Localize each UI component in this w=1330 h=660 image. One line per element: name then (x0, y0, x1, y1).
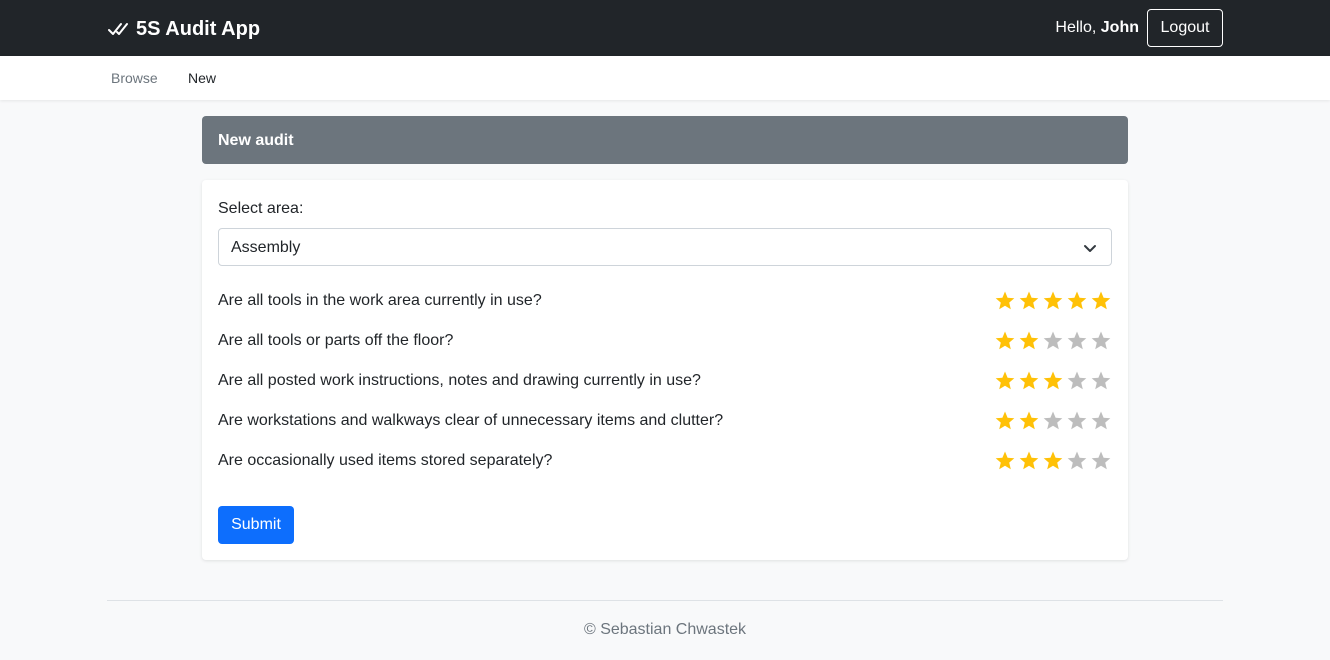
star-empty-icon[interactable] (1042, 330, 1064, 352)
star-filled-icon[interactable] (1018, 290, 1040, 312)
star-filled-icon[interactable] (1042, 370, 1064, 392)
star-rating (994, 410, 1112, 432)
audit-form-card: Select area: Assembly Are all tools in t… (202, 180, 1128, 560)
footer-copyright: © Sebastian Chwastek (583, 621, 747, 638)
star-filled-icon[interactable] (1018, 370, 1040, 392)
question-text: Are occasionally used items stored separ… (218, 452, 553, 469)
footer-divider (107, 600, 1223, 601)
star-empty-icon[interactable] (1066, 330, 1088, 352)
question-text: Are all tools in the work area currently… (218, 292, 542, 309)
greeting-text: Hello, (1055, 19, 1097, 36)
double-check-icon (108, 22, 130, 36)
star-rating (994, 370, 1112, 392)
area-label: Select area: (218, 200, 304, 217)
chevron-down-icon (1083, 241, 1097, 260)
app-title: 5S Audit App (136, 17, 261, 40)
top-navbar: 5S Audit App Hello, John Logout (0, 0, 1330, 56)
star-rating (994, 330, 1112, 352)
star-empty-icon[interactable] (1066, 410, 1088, 432)
brand[interactable]: 5S Audit App (108, 16, 260, 42)
star-filled-icon[interactable] (994, 370, 1016, 392)
star-rating (994, 290, 1112, 312)
star-empty-icon[interactable] (1090, 450, 1112, 472)
logout-button[interactable]: Logout (1147, 9, 1223, 47)
user-greeting: Hello, John (1055, 19, 1139, 37)
area-select-value: Assembly (231, 239, 301, 256)
question-row: Are occasionally used items stored separ… (218, 450, 1112, 474)
star-rating (994, 450, 1112, 472)
star-filled-icon[interactable] (1042, 450, 1064, 472)
user-name: John (1100, 19, 1139, 36)
question-text: Are all posted work instructions, notes … (218, 372, 701, 389)
star-filled-icon[interactable] (1018, 330, 1040, 352)
star-empty-icon[interactable] (1066, 450, 1088, 472)
star-filled-icon[interactable] (1042, 290, 1064, 312)
question-row: Are workstations and walkways clear of u… (218, 410, 1112, 434)
star-filled-icon[interactable] (1066, 290, 1088, 312)
star-empty-icon[interactable] (1090, 370, 1112, 392)
star-filled-icon[interactable] (1018, 410, 1040, 432)
star-empty-icon[interactable] (1066, 370, 1088, 392)
star-empty-icon[interactable] (1090, 330, 1112, 352)
sub-navigation: Browse New (0, 56, 1330, 100)
star-filled-icon[interactable] (1018, 450, 1040, 472)
question-text: Are all tools or parts off the floor? (218, 332, 454, 349)
question-text: Are workstations and walkways clear of u… (218, 412, 724, 429)
star-filled-icon[interactable] (1090, 290, 1112, 312)
nav-link-new[interactable]: New (188, 70, 216, 86)
star-filled-icon[interactable] (994, 450, 1016, 472)
question-row: Are all tools in the work area currently… (218, 290, 1112, 314)
star-filled-icon[interactable] (994, 290, 1016, 312)
area-select[interactable]: Assembly (218, 228, 1112, 266)
question-row: Are all tools or parts off the floor? (218, 330, 1112, 354)
question-row: Are all posted work instructions, notes … (218, 370, 1112, 394)
star-empty-icon[interactable] (1042, 410, 1064, 432)
star-filled-icon[interactable] (994, 330, 1016, 352)
page-title: New audit (202, 116, 1128, 164)
nav-link-browse[interactable]: Browse (111, 70, 158, 86)
star-filled-icon[interactable] (994, 410, 1016, 432)
star-empty-icon[interactable] (1090, 410, 1112, 432)
submit-button[interactable]: Submit (218, 506, 294, 544)
